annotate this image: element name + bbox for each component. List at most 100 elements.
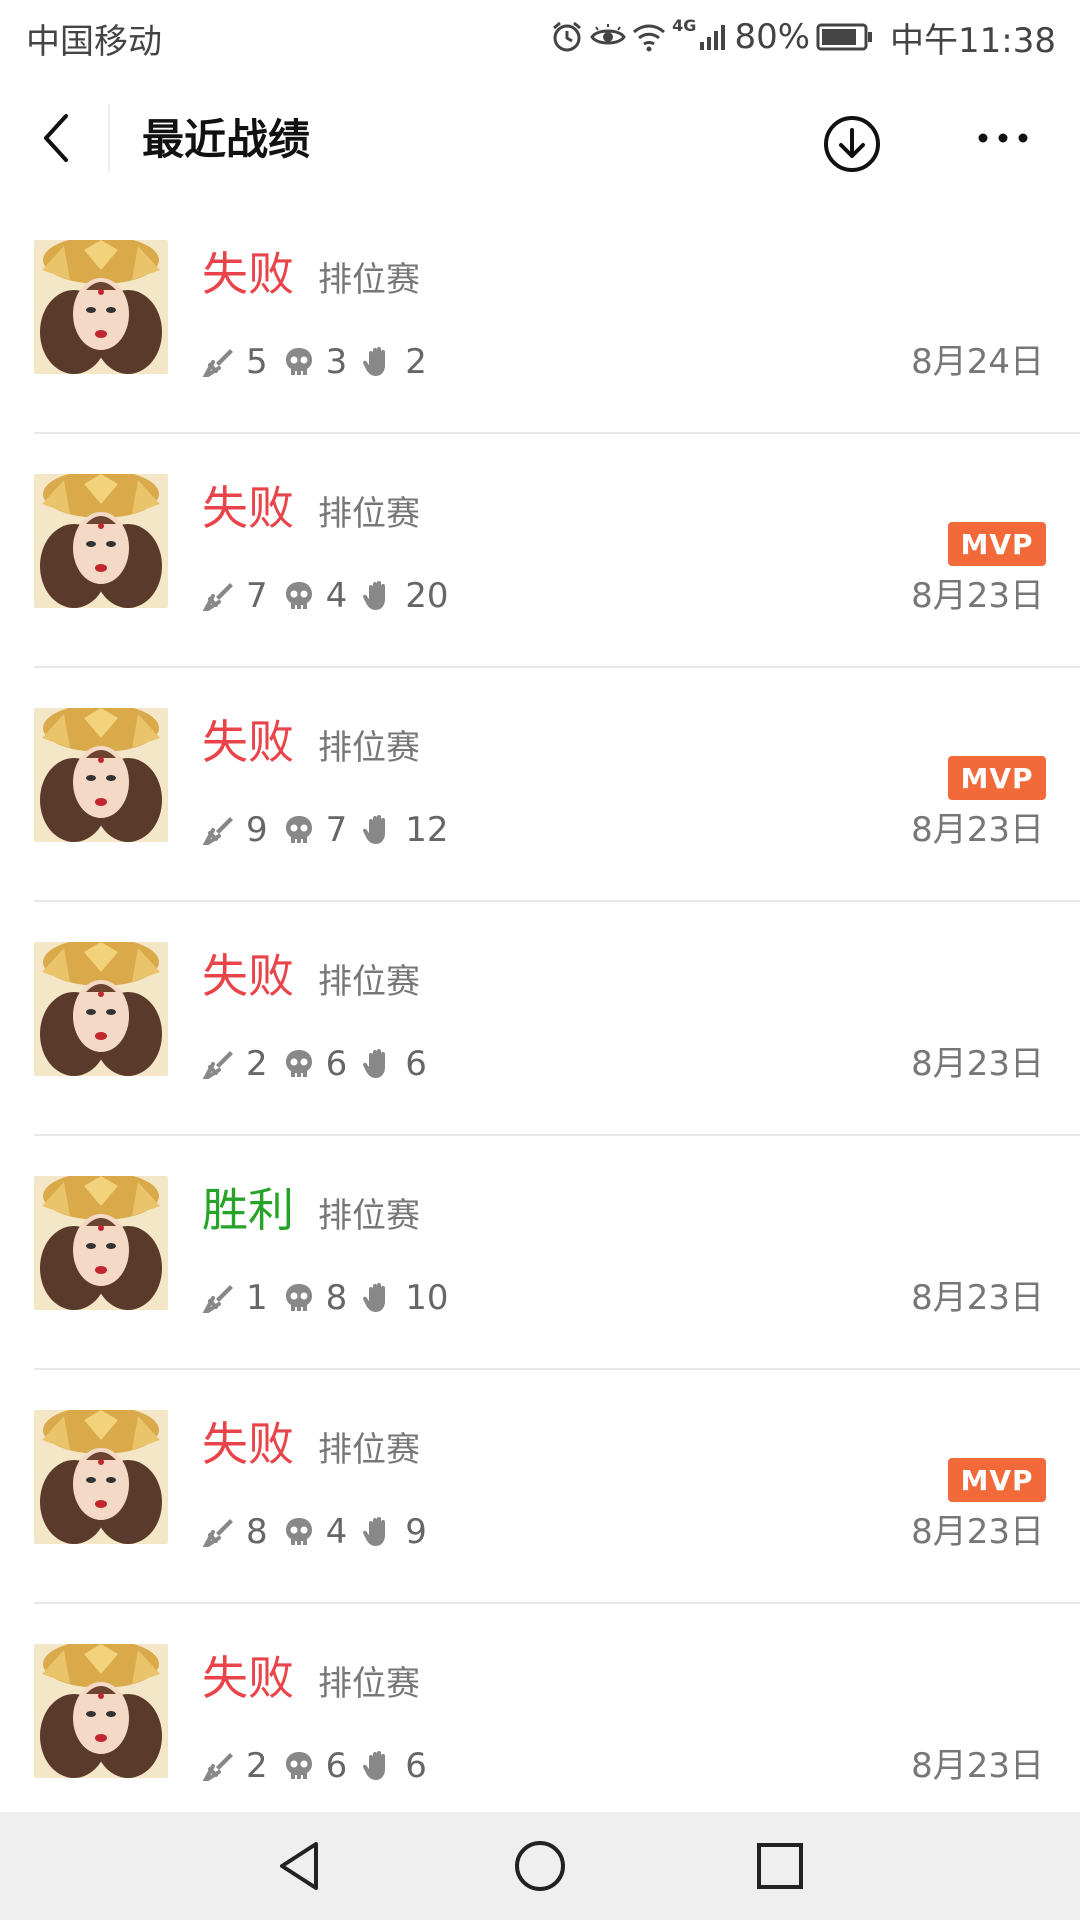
assists-count: 9 (405, 1512, 427, 1552)
kills-count: 8 (246, 1512, 268, 1552)
nav-recents-button[interactable] (750, 1836, 810, 1896)
clock: 中午11:38 (890, 20, 1056, 61)
more-icon (978, 133, 1028, 143)
kills-count: 1 (246, 1278, 268, 1318)
alarm-icon (550, 20, 584, 54)
sword-icon (202, 349, 233, 377)
battery-icon (816, 22, 874, 52)
match-mode: 排位赛 (318, 1196, 420, 1236)
kda-stats: 2 6 6 (202, 1740, 441, 1792)
deaths-count: 7 (325, 810, 348, 850)
battery-percent: 80% (734, 17, 811, 57)
sword-icon (202, 1753, 233, 1781)
assists-count: 2 (405, 342, 427, 382)
hero-avatar (34, 1176, 168, 1310)
match-date: 8月23日 (911, 810, 1044, 850)
sword-icon (202, 1051, 233, 1079)
match-date: 8月23日 (911, 1044, 1044, 1084)
skull-icon (285, 1752, 312, 1779)
hero-avatar (34, 474, 168, 608)
match-list: 失败 排位赛 5 3 2 8月24日 失败 排位赛 7 4 20 MVP 8月2… (0, 200, 1080, 1838)
nav-back-icon (280, 1842, 318, 1890)
assists-count: 12 (405, 810, 449, 850)
nav-recents-icon (757, 1843, 803, 1889)
sword-icon (202, 583, 233, 611)
match-result: 失败 (202, 247, 294, 301)
download-icon (824, 116, 880, 172)
mvp-badge: MVP (948, 522, 1046, 566)
kills-count: 2 (246, 1044, 268, 1084)
skull-icon (285, 1050, 312, 1077)
skull-icon (285, 1518, 312, 1545)
match-result: 失败 (202, 481, 294, 535)
hand-icon (363, 347, 386, 376)
match-result: 失败 (202, 1651, 294, 1705)
status-icons: 4G 80% 中午11:38 (550, 12, 1056, 62)
match-mode: 排位赛 (318, 260, 420, 300)
wifi-icon (632, 22, 666, 52)
hand-icon (363, 815, 386, 844)
assists-count: 6 (405, 1044, 427, 1084)
kda-stats: 7 4 20 (202, 570, 463, 622)
download-button[interactable] (820, 112, 884, 176)
match-row[interactable]: 胜利 排位赛 1 8 10 8月23日 (0, 1136, 1080, 1370)
hand-icon (363, 1751, 386, 1780)
deaths-count: 4 (325, 1512, 348, 1552)
skull-icon (285, 816, 312, 843)
app-header: 最近战绩 (0, 76, 1080, 200)
hero-avatar (34, 942, 168, 1076)
network-badge: 4G (672, 16, 697, 35)
match-row[interactable]: 失败 排位赛 8 4 9 MVP 8月23日 (0, 1370, 1080, 1604)
hand-icon (363, 1517, 386, 1546)
hand-icon (363, 581, 386, 610)
sword-icon (202, 1519, 233, 1547)
kda-stats: 5 3 2 (202, 336, 441, 388)
deaths-count: 6 (325, 1746, 348, 1786)
page-title: 最近战绩 (142, 115, 311, 164)
match-mode: 排位赛 (318, 1430, 420, 1470)
mvp-badge: MVP (948, 1458, 1046, 1502)
hero-avatar (34, 708, 168, 842)
match-mode: 排位赛 (318, 494, 420, 534)
match-row[interactable]: 失败 排位赛 9 7 12 MVP 8月23日 (0, 668, 1080, 902)
more-button[interactable] (970, 112, 1036, 164)
back-button[interactable] (26, 106, 86, 170)
match-date: 8月23日 (911, 576, 1044, 616)
match-date: 8月23日 (911, 1278, 1044, 1318)
skull-icon (285, 348, 312, 375)
deaths-count: 8 (325, 1278, 348, 1318)
kda-stats: 1 8 10 (202, 1272, 463, 1324)
eye-icon (590, 23, 626, 51)
kills-count: 5 (246, 342, 268, 382)
back-arrow-icon (44, 114, 68, 162)
match-mode: 排位赛 (318, 1664, 420, 1704)
nav-home-icon (515, 1841, 565, 1891)
match-row[interactable]: 失败 排位赛 5 3 2 8月24日 (0, 200, 1080, 434)
match-row[interactable]: 失败 排位赛 2 6 6 8月23日 (0, 1604, 1080, 1838)
hand-icon (363, 1049, 386, 1078)
match-row[interactable]: 失败 排位赛 7 4 20 MVP 8月23日 (0, 434, 1080, 668)
sword-icon (202, 817, 233, 845)
match-mode: 排位赛 (318, 962, 420, 1002)
skull-icon (285, 582, 312, 609)
hero-avatar (34, 240, 168, 374)
hero-avatar (34, 1644, 168, 1778)
signal-icon (698, 22, 728, 52)
match-mode: 排位赛 (318, 728, 420, 768)
header-divider (108, 104, 110, 172)
deaths-count: 3 (325, 342, 348, 382)
kills-count: 7 (246, 576, 268, 616)
match-date: 8月23日 (911, 1512, 1044, 1552)
match-result: 失败 (202, 715, 294, 769)
match-result: 胜利 (202, 1183, 294, 1237)
match-row[interactable]: 失败 排位赛 2 6 6 8月23日 (0, 902, 1080, 1136)
kills-count: 9 (246, 810, 268, 850)
assists-count: 6 (405, 1746, 427, 1786)
kills-count: 2 (246, 1746, 268, 1786)
status-bar: 中国移动 4G 80% 中午11:38 (0, 0, 1080, 76)
match-result: 失败 (202, 949, 294, 1003)
nav-home-button[interactable] (510, 1836, 570, 1896)
system-nav-bar (0, 1812, 1080, 1920)
nav-back-button[interactable] (270, 1836, 330, 1896)
mvp-badge: MVP (948, 756, 1046, 800)
